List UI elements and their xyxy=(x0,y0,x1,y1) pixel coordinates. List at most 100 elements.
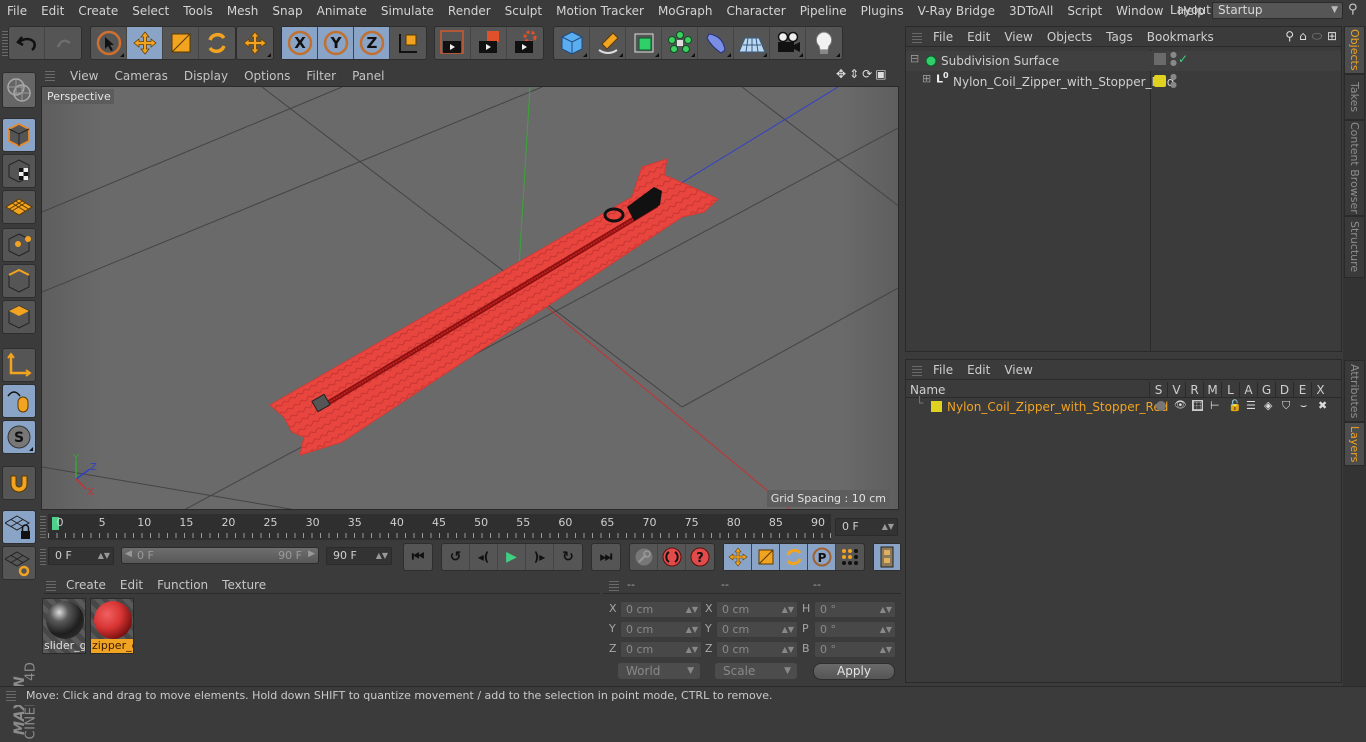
play-button[interactable]: ▶ xyxy=(498,544,526,570)
coordinate-system-button[interactable] xyxy=(390,27,426,59)
spinner-icon[interactable]: ▲▼ xyxy=(880,642,892,657)
tab-objects[interactable]: Objects xyxy=(1344,26,1365,74)
spinner-icon[interactable]: ▲▼ xyxy=(782,622,794,637)
timeline-grip[interactable] xyxy=(40,516,46,538)
pan-icon[interactable]: ✥ xyxy=(836,67,846,81)
render-settings-button[interactable] xyxy=(507,27,543,59)
material-menu-texture[interactable]: Texture xyxy=(215,578,273,592)
cube-button[interactable] xyxy=(554,27,590,59)
spinner-icon[interactable]: ▲▼ xyxy=(686,602,698,617)
camera-label[interactable]: Perspective xyxy=(44,89,114,104)
viewport-menu-view[interactable]: View xyxy=(62,69,106,83)
material-zipper-c[interactable]: zipper_c xyxy=(90,598,134,654)
undo-button[interactable] xyxy=(9,27,45,59)
size-z-field[interactable]: 0 cm ▲▼ xyxy=(716,641,798,658)
deformer-button[interactable] xyxy=(698,27,734,59)
tab-content-browser[interactable]: Content Browser xyxy=(1344,120,1365,216)
tab-structure[interactable]: Structure xyxy=(1344,216,1365,278)
coordinates-grip[interactable] xyxy=(609,579,619,591)
recent-tool-button[interactable] xyxy=(237,27,273,59)
enabled-check-icon[interactable]: ✓ xyxy=(1178,52,1188,66)
axis-mode-button[interactable] xyxy=(2,348,36,382)
manager-toggle-icon[interactable]: ⊢ xyxy=(1210,399,1220,412)
menu-pipeline[interactable]: Pipeline xyxy=(793,0,854,22)
tab-layers[interactable]: Layers xyxy=(1344,422,1365,466)
lock-toggle-icon[interactable]: 🔓 xyxy=(1228,399,1242,412)
tab-takes[interactable]: Takes xyxy=(1344,74,1365,120)
go-to-end-button[interactable]: ⏭ xyxy=(592,544,620,570)
material-menu-create[interactable]: Create xyxy=(59,578,113,592)
object-menu-tags[interactable]: Tags xyxy=(1099,30,1140,44)
model-mode-button[interactable] xyxy=(2,118,36,152)
rotate-button[interactable] xyxy=(199,27,235,59)
spinner-icon[interactable]: ▲▼ xyxy=(782,642,794,657)
menu-mesh[interactable]: Mesh xyxy=(220,0,266,22)
snap-button[interactable] xyxy=(2,466,36,500)
polygons-mode-button[interactable] xyxy=(2,300,36,334)
layer-menu-file[interactable]: File xyxy=(926,363,960,377)
keyframe-selection-button[interactable] xyxy=(630,544,658,570)
material-menu-function[interactable]: Function xyxy=(150,578,215,592)
apply-button[interactable]: Apply xyxy=(813,663,895,680)
object-menu-objects[interactable]: Objects xyxy=(1040,30,1099,44)
solo-toggle-icon[interactable] xyxy=(1156,401,1166,411)
x-axis-button[interactable]: X xyxy=(282,27,318,59)
rot-h-field[interactable]: 0 ° ▲▼ xyxy=(814,601,896,618)
make-editable-button[interactable] xyxy=(2,72,36,108)
scale-key-button[interactable] xyxy=(752,544,780,570)
subdivision-button[interactable] xyxy=(626,27,662,59)
y-axis-button[interactable]: Y xyxy=(318,27,354,59)
column-s[interactable]: S xyxy=(1149,382,1167,398)
workplane-button[interactable] xyxy=(2,190,36,224)
column-a[interactable]: A xyxy=(1239,382,1257,398)
visibility-dots-icon[interactable]: ● ● xyxy=(1170,51,1177,67)
timeline-window-button[interactable] xyxy=(874,544,900,570)
pos-x-field[interactable]: 0 cm ▲▼ xyxy=(620,601,702,618)
camera-button[interactable] xyxy=(770,27,806,59)
visibility-dots-icon[interactable]: ● ● xyxy=(1170,73,1177,89)
home-icon[interactable]: ⌂ xyxy=(1299,29,1307,44)
live-select-button[interactable] xyxy=(91,27,127,59)
spinner-icon[interactable]: ▲▼ xyxy=(98,548,110,564)
pla-key-button[interactable] xyxy=(836,544,864,570)
object-menu-view[interactable]: View xyxy=(997,30,1039,44)
search-icon[interactable]: ⚲ xyxy=(1285,29,1294,44)
viewport-menu-options[interactable]: Options xyxy=(236,69,298,83)
next-frame-button[interactable]: )▸ xyxy=(526,544,554,570)
spinner-icon[interactable]: ▲▼ xyxy=(880,622,892,637)
menu-tools[interactable]: Tools xyxy=(176,0,220,22)
menu-edit[interactable]: Edit xyxy=(34,0,71,22)
size-x-field[interactable]: 0 cm ▲▼ xyxy=(716,601,798,618)
lock-workplane-button[interactable] xyxy=(2,510,36,544)
render-toggle-icon[interactable]: ▦ xyxy=(1192,400,1204,411)
menu-sculpt[interactable]: Sculpt xyxy=(498,0,549,22)
layer-color-swatch[interactable] xyxy=(1154,75,1166,87)
start-frame-field[interactable]: 0 F ▲▼ xyxy=(48,547,114,565)
column-x[interactable]: X xyxy=(1311,382,1329,398)
object-grip[interactable] xyxy=(912,31,922,43)
menu-snap[interactable]: Snap xyxy=(265,0,309,22)
points-mode-button[interactable] xyxy=(2,228,36,262)
position-key-button[interactable] xyxy=(724,544,752,570)
animation-toggle-icon[interactable]: ☰ xyxy=(1246,399,1256,412)
pen-button[interactable] xyxy=(590,27,626,59)
column-d[interactable]: D xyxy=(1275,382,1293,398)
column-l[interactable]: L xyxy=(1221,382,1239,398)
rot-b-field[interactable]: 0 ° ▲▼ xyxy=(814,641,896,658)
rotation-key-button[interactable] xyxy=(780,544,808,570)
menu-v-ray-bridge[interactable]: V-Ray Bridge xyxy=(911,0,1002,22)
layer-row[interactable]: └ Nylon_Coil_Zipper_with_Stopper_Red 👁 ▦… xyxy=(906,396,1341,416)
new-window-icon[interactable]: ⊞ xyxy=(1327,29,1337,44)
solo-button[interactable]: S xyxy=(2,420,36,454)
light-button[interactable] xyxy=(806,27,842,59)
layer-menu-view[interactable]: View xyxy=(997,363,1039,377)
z-axis-button[interactable]: Z xyxy=(354,27,390,59)
redo-button[interactable] xyxy=(45,27,81,59)
size-y-field[interactable]: 0 cm ▲▼ xyxy=(716,621,798,638)
orbit-icon[interactable]: ⟳ xyxy=(862,67,872,81)
layer-menu-edit[interactable]: Edit xyxy=(960,363,997,377)
menu-window[interactable]: Window xyxy=(1109,0,1170,22)
spinner-icon[interactable]: ▲▼ xyxy=(686,622,698,637)
column-r[interactable]: R xyxy=(1185,382,1203,398)
object-menu-bookmarks[interactable]: Bookmarks xyxy=(1140,30,1221,44)
